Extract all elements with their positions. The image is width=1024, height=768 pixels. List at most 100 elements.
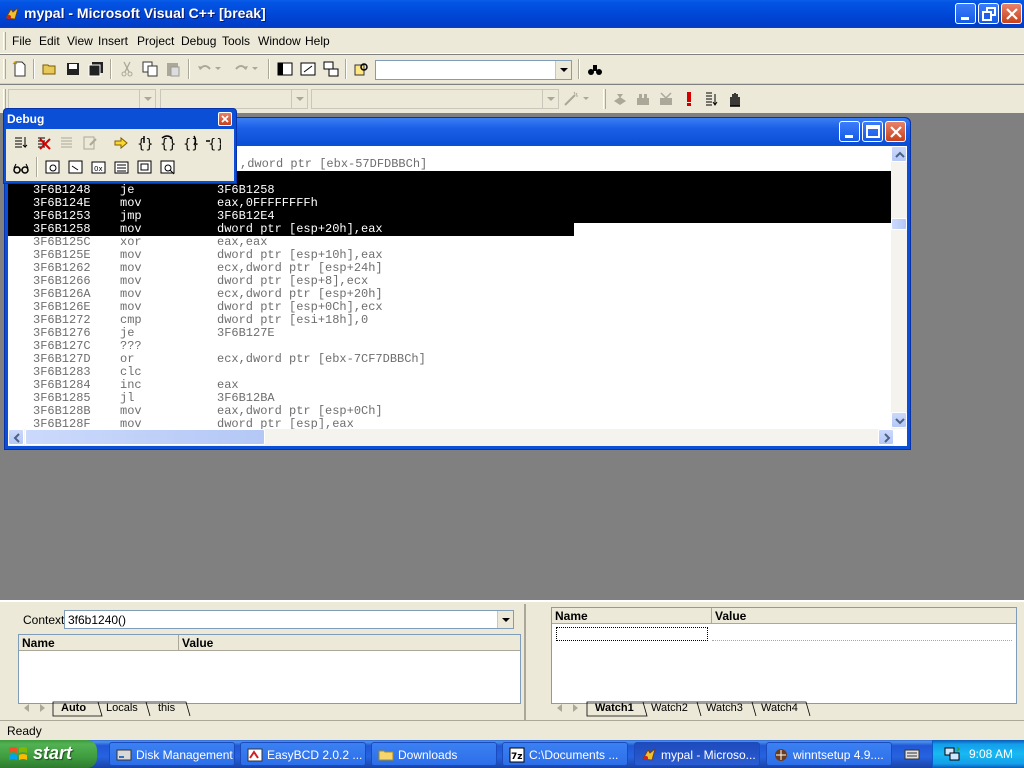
vertical-scroll-thumb[interactable] <box>891 218 907 230</box>
taskbar-item-7zip[interactable]: 7z C:\Documents ... <box>502 742 628 766</box>
wizard-dropdown[interactable] <box>582 91 592 113</box>
menu-grip[interactable] <box>3 32 6 50</box>
menu-tools[interactable]: Tools <box>222 34 250 48</box>
watch-name-column[interactable]: Name <box>552 608 712 624</box>
context-combo-arrow[interactable] <box>497 611 513 628</box>
insert-breakpoint-button[interactable] <box>724 88 746 110</box>
scroll-up-button[interactable] <box>891 146 907 162</box>
network-icon[interactable] <box>943 745 961 763</box>
stop-debugging-button[interactable] <box>33 132 55 154</box>
toolbar-grip[interactable] <box>3 59 6 79</box>
copy-button[interactable] <box>139 58 161 80</box>
menu-file[interactable]: File <box>12 34 31 48</box>
taskbar-item-winntsetup[interactable]: winntsetup 4.9.... <box>766 742 892 766</box>
watch-grid[interactable]: Name Value <box>551 607 1017 704</box>
menu-help[interactable]: Help <box>305 34 330 48</box>
debug-toolbar-close-button[interactable] <box>218 112 232 126</box>
watch-window-button[interactable] <box>42 157 64 179</box>
minimize-button[interactable] <box>955 3 976 24</box>
execute-button[interactable] <box>678 88 700 110</box>
run-to-cursor-button[interactable]: {} <box>202 132 224 154</box>
apply-code-changes-button[interactable] <box>79 132 101 154</box>
filter-combo-arrow[interactable] <box>291 90 307 108</box>
menu-view[interactable]: View <box>67 34 93 48</box>
horizontal-scroll-thumb[interactable] <box>25 429 265 445</box>
go-button[interactable] <box>701 88 723 110</box>
start-button[interactable]: start <box>0 740 97 768</box>
menu-window[interactable]: Window <box>258 34 301 48</box>
disassembly-view[interactable]: ,dword ptr [ebx-57DFDBBCh] 3F6B1248 je 3F6B… <box>8 146 907 446</box>
window-list-button[interactable] <box>320 58 342 80</box>
class-combo-arrow[interactable] <box>139 90 155 108</box>
toolbar-grip[interactable] <box>603 89 606 109</box>
horizontal-scrollbar[interactable] <box>8 429 894 446</box>
disassembly-minimize-button[interactable] <box>839 121 860 142</box>
disassembly-listing[interactable]: ,dword ptr [ebx-57DFDBBCh] 3F6B1248 je 3F6B… <box>8 146 894 429</box>
restart-button[interactable] <box>10 132 32 154</box>
new-text-file-button[interactable] <box>9 58 31 80</box>
scroll-right-button[interactable] <box>878 429 894 445</box>
close-button[interactable] <box>1001 3 1022 24</box>
menu-insert[interactable]: Insert <box>98 34 128 48</box>
find-in-files-button[interactable] <box>351 58 373 80</box>
watch-new-entry[interactable] <box>556 627 708 641</box>
memory-window-button[interactable] <box>111 157 133 179</box>
find-combo[interactable] <box>375 60 572 80</box>
quickwatch-button[interactable] <box>10 157 32 179</box>
build-button[interactable] <box>632 88 654 110</box>
filter-combo[interactable] <box>160 89 308 109</box>
members-combo-arrow[interactable] <box>542 90 558 108</box>
undo-dropdown[interactable] <box>214 61 224 83</box>
scroll-down-button[interactable] <box>891 412 907 428</box>
redo-button[interactable] <box>230 58 252 80</box>
watch-pane[interactable]: Name Value Watch1 Watch2 Watch3 Watch4 <box>536 604 1022 720</box>
break-execution-button[interactable] <box>56 132 78 154</box>
menu-debug[interactable]: Debug <box>181 34 216 48</box>
vertical-scrollbar[interactable] <box>891 146 907 429</box>
wizard-actions-button[interactable] <box>560 88 582 110</box>
paste-button[interactable] <box>162 58 184 80</box>
workspace-button[interactable] <box>274 58 296 80</box>
variables-name-column[interactable]: Name <box>19 635 179 651</box>
class-combo[interactable] <box>8 89 156 109</box>
quick-launch-keyboard[interactable] <box>896 742 928 766</box>
step-over-button[interactable]: {} <box>156 132 178 154</box>
find-combo-arrow[interactable] <box>555 61 571 79</box>
disassembly-maximize-button[interactable] <box>862 121 883 142</box>
members-combo[interactable] <box>311 89 559 109</box>
disassembly-line[interactable]: 3F6B1272 cmp dword ptr [esi+18h],0 <box>8 314 894 327</box>
scroll-left-button[interactable] <box>8 429 24 445</box>
variables-window-button[interactable] <box>65 157 87 179</box>
toolbar-grip[interactable] <box>3 89 6 109</box>
variables-value-column[interactable]: Value <box>179 635 520 651</box>
disassembly-close-button[interactable] <box>885 121 906 142</box>
variables-pane[interactable]: Context: 3f6b1240() Name Value Auto Loca… <box>2 604 526 720</box>
debug-toolbar[interactable]: Debug {} {} {} {} 0x <box>3 108 237 184</box>
watch-value-column[interactable]: Value <box>712 608 1016 624</box>
taskbar-item-downloads[interactable]: Downloads <box>371 742 497 766</box>
menu-edit[interactable]: Edit <box>39 34 60 48</box>
stop-build-button[interactable] <box>655 88 677 110</box>
undo-button[interactable] <box>194 58 216 80</box>
variables-grid[interactable]: Name Value <box>18 634 521 704</box>
redo-dropdown[interactable] <box>251 61 261 83</box>
call-stack-button[interactable] <box>134 157 156 179</box>
registers-window-button[interactable]: 0x <box>88 157 110 179</box>
disassembly-line[interactable]: 3F6B127C??? <box>8 340 894 353</box>
show-next-statement-button[interactable] <box>110 132 132 154</box>
step-into-button[interactable]: {} <box>133 132 155 154</box>
taskbar-item-easybcd[interactable]: EasyBCD 2.0.2 ... <box>240 742 366 766</box>
menu-project[interactable]: Project <box>137 34 174 48</box>
open-button[interactable] <box>39 58 61 80</box>
taskbar-item-mypal[interactable]: mypal - Microso... <box>634 742 760 766</box>
clock[interactable]: 9:08 AM <box>969 747 1013 761</box>
disassembly-line[interactable]: 3F6B128F mov dword ptr [esp],eax <box>8 418 894 430</box>
save-button[interactable] <box>62 58 84 80</box>
debug-toolbar-title-bar[interactable]: Debug <box>4 109 236 129</box>
disassembly-line[interactable]: 3F6B1284 inc eax <box>8 379 894 392</box>
output-button[interactable] <box>297 58 319 80</box>
compile-button[interactable] <box>609 88 631 110</box>
save-all-button[interactable] <box>85 58 107 80</box>
step-out-button[interactable]: {} <box>179 132 201 154</box>
restore-button[interactable] <box>978 3 999 24</box>
